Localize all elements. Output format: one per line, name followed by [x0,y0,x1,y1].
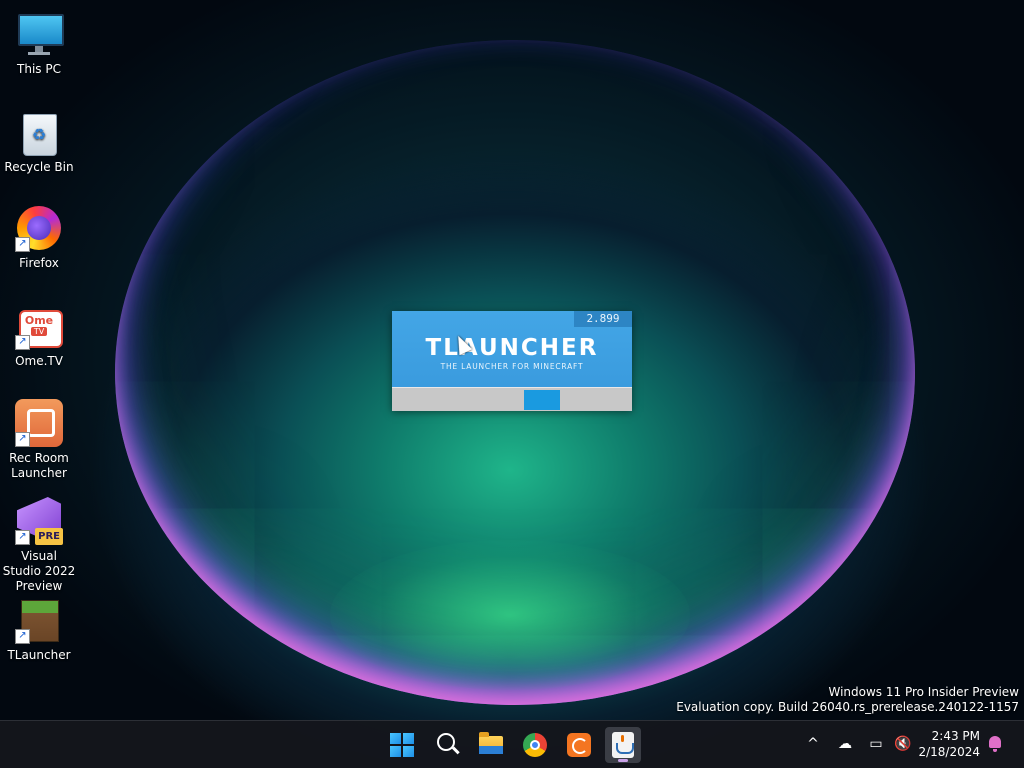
watermark-line-1: Windows 11 Pro Insider Preview [828,685,1019,699]
progress-indicator [524,390,560,410]
desktop-icon-firefox[interactable]: ↗ Firefox [2,204,76,271]
desktop-icon-ome-tv[interactable]: Ome TV ↗ Ome.TV [2,302,76,369]
ome-logo-text: Ome [24,314,54,327]
desktop-icon-rec-room[interactable]: ↗ Rec Room Launcher [2,399,76,481]
desktop-icon-recycle-bin[interactable]: ♻ Recycle Bin [2,108,76,175]
shortcut-arrow-icon: ↗ [15,335,30,350]
desktop-icon-label: Ome.TV [15,354,63,368]
rec-room-icon: ↗ [15,399,63,447]
active-app-indicator [618,759,628,762]
windows-watermark: Windows 11 Pro Insider Preview Evaluatio… [676,685,1019,715]
computer-icon [15,10,64,58]
volume-muted-icon[interactable]: 🔇 [893,734,913,754]
desktop-icon-label: Rec Room Launcher [9,451,69,480]
recycle-bin-icon: ♻ [15,108,63,156]
start-button[interactable] [384,727,420,763]
crunchyroll-button[interactable] [561,727,597,763]
windows-logo-icon [390,733,414,757]
desktop-icon-label: Firefox [19,256,59,270]
crunchyroll-icon [567,733,591,757]
clock-time: 2:43 PM [931,729,980,743]
search-button[interactable] [429,727,465,763]
desktop-icon-label: Visual Studio 2022 Preview [2,549,76,593]
shortcut-arrow-icon: ↗ [15,530,30,545]
watermark-line-2: Evaluation copy. Build 26040.rs_prerelea… [676,700,1019,714]
splash-banner: 2.899 TLAUNCHER THE LAUNCHER FOR MINECRA… [392,311,632,387]
chrome-button[interactable] [517,727,553,763]
chrome-icon [523,733,547,757]
desktop-icon-tlauncher[interactable]: ↗ TLauncher [2,596,76,663]
ome-tv-icon: Ome TV ↗ [15,302,63,350]
java-icon [612,732,634,758]
splash-title: TLAUNCHER [425,335,599,361]
version-label: 2.899 [574,311,632,327]
desktop-icon-label: TLauncher [7,648,71,662]
show-hidden-icons-chevron[interactable]: ^ [803,734,823,754]
desktop-icon-visual-studio[interactable]: PRE ↗ Visual Studio 2022 Preview [2,497,76,594]
ome-logo-sub: TV [30,327,48,336]
wallpaper-glow [330,540,690,690]
shortcut-arrow-icon: ↗ [15,432,30,447]
minecraft-grass-block-icon: ↗ [15,596,63,644]
splash-subtitle: THE LAUNCHER FOR MINECRAFT [440,362,584,371]
tlauncher-splash-window[interactable]: 2.899 TLAUNCHER THE LAUNCHER FOR MINECRA… [392,311,632,411]
preview-badge: PRE [35,528,63,545]
shortcut-arrow-icon: ↗ [15,237,30,252]
folder-icon [479,732,503,754]
notification-bell-icon[interactable] [989,736,1001,752]
clock-date: 2/18/2024 [918,745,980,759]
onedrive-offline-icon[interactable]: ☁ [835,734,855,754]
network-icon[interactable]: ▭ [866,734,886,754]
visual-studio-icon: PRE ↗ [15,497,63,545]
firefox-icon: ↗ [15,204,63,252]
java-app-button[interactable] [605,727,641,763]
loading-progress-bar [392,387,632,411]
desktop-icon-label: Recycle Bin [4,160,74,174]
desktop-icon-this-pc[interactable]: This PC [2,10,76,77]
search-icon [437,733,455,751]
taskbar-clock[interactable]: 2:43 PM 2/18/2024 [918,728,980,760]
desktop-icon-label: This PC [17,62,61,76]
shortcut-arrow-icon: ↗ [15,629,30,644]
file-explorer-button[interactable] [473,727,509,763]
